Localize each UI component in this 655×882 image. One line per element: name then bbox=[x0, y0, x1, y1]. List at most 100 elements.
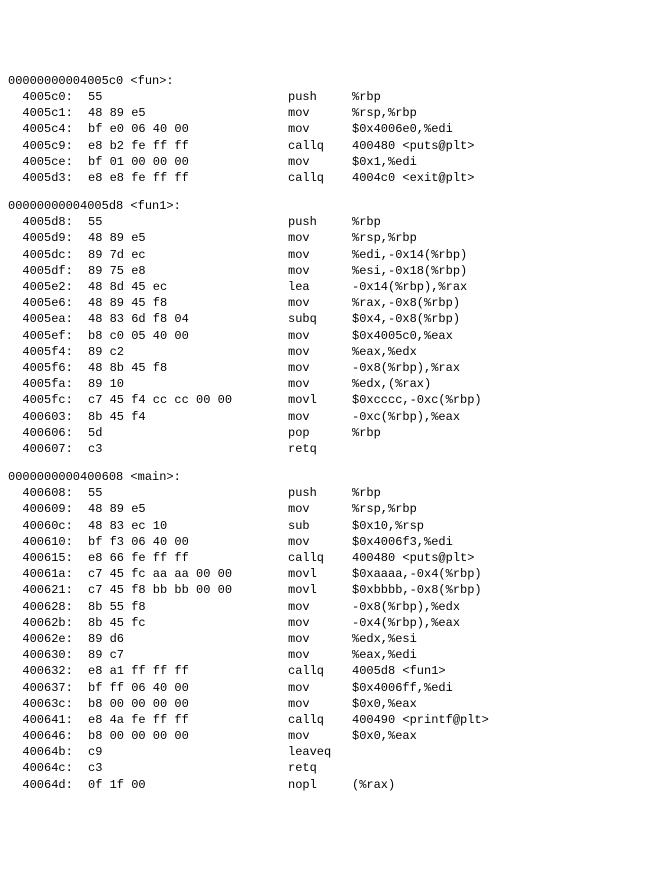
operands: %rbp bbox=[352, 485, 381, 501]
operands: %rsp,%rbp bbox=[352, 230, 417, 246]
address: 4005ea: bbox=[8, 311, 88, 327]
opcode-bytes: b8 00 00 00 00 bbox=[88, 696, 288, 712]
operands: (%rax) bbox=[352, 777, 395, 793]
asm-line: 400630:89 c7mov%eax,%edi bbox=[8, 647, 647, 663]
operands: $0x0,%eax bbox=[352, 728, 417, 744]
address: 40062e: bbox=[8, 631, 88, 647]
operands: 400490 <printf@plt> bbox=[352, 712, 489, 728]
section-header: 00000000004005d8 <fun1>: bbox=[8, 198, 647, 214]
mnemonic: mov bbox=[288, 230, 352, 246]
operands: %rax,-0x8(%rbp) bbox=[352, 295, 460, 311]
address: 4005fc: bbox=[8, 392, 88, 408]
opcode-bytes: c7 45 f4 cc cc 00 00 bbox=[88, 392, 288, 408]
asm-line: 4005f4:89 c2mov%eax,%edx bbox=[8, 344, 647, 360]
asm-line: 40062e:89 d6mov%edx,%esi bbox=[8, 631, 647, 647]
asm-line: 40064c:c3retq bbox=[8, 760, 647, 776]
opcode-bytes: bf ff 06 40 00 bbox=[88, 680, 288, 696]
opcode-bytes: 8b 45 f4 bbox=[88, 409, 288, 425]
operands: $0x4006f3,%edi bbox=[352, 534, 453, 550]
address: 400637: bbox=[8, 680, 88, 696]
address: 40064c: bbox=[8, 760, 88, 776]
address: 4005e2: bbox=[8, 279, 88, 295]
operands: $0x4006ff,%edi bbox=[352, 680, 453, 696]
mnemonic: nopl bbox=[288, 777, 352, 793]
operands: 400480 <puts@plt> bbox=[352, 138, 474, 154]
mnemonic: mov bbox=[288, 263, 352, 279]
operands: %edi,-0x14(%rbp) bbox=[352, 247, 467, 263]
opcode-bytes: 48 89 e5 bbox=[88, 105, 288, 121]
operands: $0xbbbb,-0x8(%rbp) bbox=[352, 582, 482, 598]
asm-line: 4005d9:48 89 e5mov%rsp,%rbp bbox=[8, 230, 647, 246]
address: 40064d: bbox=[8, 777, 88, 793]
opcode-bytes: 48 89 e5 bbox=[88, 501, 288, 517]
address: 40062b: bbox=[8, 615, 88, 631]
mnemonic: mov bbox=[288, 615, 352, 631]
opcode-bytes: bf f3 06 40 00 bbox=[88, 534, 288, 550]
asm-line: 4005ce:bf 01 00 00 00mov$0x1,%edi bbox=[8, 154, 647, 170]
opcode-bytes: 8b 45 fc bbox=[88, 615, 288, 631]
asm-line: 40064d:0f 1f 00nopl(%rax) bbox=[8, 777, 647, 793]
mnemonic: callq bbox=[288, 138, 352, 154]
address: 40064b: bbox=[8, 744, 88, 760]
opcode-bytes: c3 bbox=[88, 441, 288, 457]
operands: $0xaaaa,-0x4(%rbp) bbox=[352, 566, 482, 582]
mnemonic: mov bbox=[288, 728, 352, 744]
address: 4005f4: bbox=[8, 344, 88, 360]
asm-line: 4005fa:89 10mov%edx,(%rax) bbox=[8, 376, 647, 392]
address: 4005e6: bbox=[8, 295, 88, 311]
mnemonic: pop bbox=[288, 425, 352, 441]
asm-line: 400628:8b 55 f8mov-0x8(%rbp),%edx bbox=[8, 599, 647, 615]
address: 40063c: bbox=[8, 696, 88, 712]
opcode-bytes: 8b 55 f8 bbox=[88, 599, 288, 615]
address: 4005c0: bbox=[8, 89, 88, 105]
asm-line: 40063c:b8 00 00 00 00mov$0x0,%eax bbox=[8, 696, 647, 712]
address: 4005f6: bbox=[8, 360, 88, 376]
operands: $0x4005c0,%eax bbox=[352, 328, 453, 344]
asm-line: 40061a:c7 45 fc aa aa 00 00movl$0xaaaa,-… bbox=[8, 566, 647, 582]
mnemonic: mov bbox=[288, 501, 352, 517]
asm-line: 40064b:c9leaveq bbox=[8, 744, 647, 760]
asm-line: 40060c:48 83 ec 10sub$0x10,%rsp bbox=[8, 518, 647, 534]
opcode-bytes: 48 89 45 f8 bbox=[88, 295, 288, 311]
operands: -0xc(%rbp),%eax bbox=[352, 409, 460, 425]
asm-line: 400603:8b 45 f4mov-0xc(%rbp),%eax bbox=[8, 409, 647, 425]
mnemonic: leaveq bbox=[288, 744, 352, 760]
asm-line: 400646:b8 00 00 00 00mov$0x0,%eax bbox=[8, 728, 647, 744]
mnemonic: mov bbox=[288, 376, 352, 392]
address: 400603: bbox=[8, 409, 88, 425]
address: 400621: bbox=[8, 582, 88, 598]
opcode-bytes: e8 66 fe ff ff bbox=[88, 550, 288, 566]
asm-line: 4005c9:e8 b2 fe ff ffcallq400480 <puts@p… bbox=[8, 138, 647, 154]
operands: %edx,%esi bbox=[352, 631, 417, 647]
opcode-bytes: bf 01 00 00 00 bbox=[88, 154, 288, 170]
operands: %edx,(%rax) bbox=[352, 376, 431, 392]
opcode-bytes: 55 bbox=[88, 89, 288, 105]
asm-line: 400607:c3retq bbox=[8, 441, 647, 457]
disassembly-listing: 00000000004005c0 <fun>: 4005c0:55push%rb… bbox=[8, 73, 647, 793]
operands: 400480 <puts@plt> bbox=[352, 550, 474, 566]
mnemonic: lea bbox=[288, 279, 352, 295]
asm-line: 400608:55push%rbp bbox=[8, 485, 647, 501]
mnemonic: push bbox=[288, 485, 352, 501]
asm-line: 4005ea:48 83 6d f8 04subq$0x4,-0x8(%rbp) bbox=[8, 311, 647, 327]
asm-line: 400637:bf ff 06 40 00mov$0x4006ff,%edi bbox=[8, 680, 647, 696]
mnemonic: callq bbox=[288, 550, 352, 566]
opcode-bytes: 48 83 6d f8 04 bbox=[88, 311, 288, 327]
asm-line: 4005e2:48 8d 45 eclea-0x14(%rbp),%rax bbox=[8, 279, 647, 295]
operands: 4004c0 <exit@plt> bbox=[352, 170, 474, 186]
mnemonic: mov bbox=[288, 599, 352, 615]
section-header: 00000000004005c0 <fun>: bbox=[8, 73, 647, 89]
address: 4005d3: bbox=[8, 170, 88, 186]
address: 4005c4: bbox=[8, 121, 88, 137]
asm-line: 400615:e8 66 fe ff ffcallq400480 <puts@p… bbox=[8, 550, 647, 566]
mnemonic: mov bbox=[288, 696, 352, 712]
section-header: 0000000000400608 <main>: bbox=[8, 469, 647, 485]
opcode-bytes: c3 bbox=[88, 760, 288, 776]
asm-line: 4005c0:55push%rbp bbox=[8, 89, 647, 105]
mnemonic: mov bbox=[288, 360, 352, 376]
opcode-bytes: b8 00 00 00 00 bbox=[88, 728, 288, 744]
operands: $0x4006e0,%edi bbox=[352, 121, 453, 137]
opcode-bytes: 89 d6 bbox=[88, 631, 288, 647]
opcode-bytes: 89 c2 bbox=[88, 344, 288, 360]
asm-line: 4005ef:b8 c0 05 40 00mov$0x4005c0,%eax bbox=[8, 328, 647, 344]
